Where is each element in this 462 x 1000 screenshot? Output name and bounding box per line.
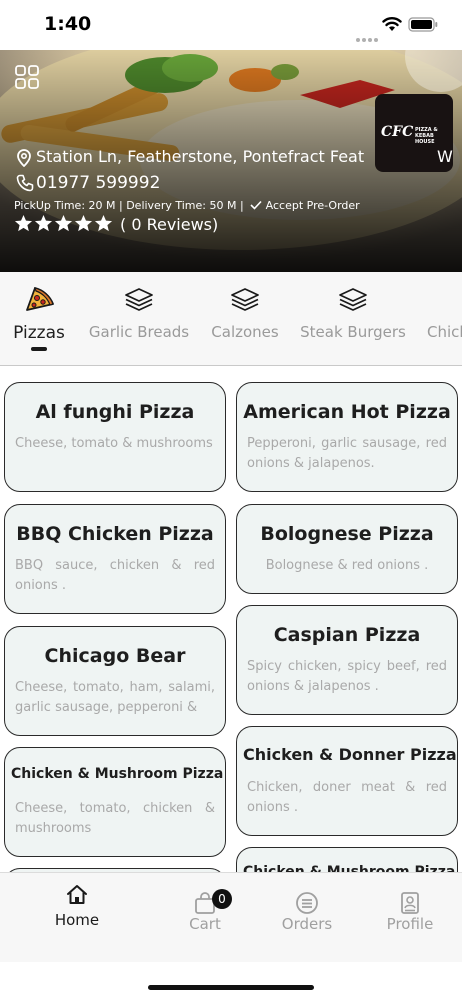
location-pin-icon [17, 149, 31, 167]
logo-text: CFC [381, 124, 414, 140]
menu-item-card[interactable]: American Hot Pizza Pepperoni, garlic sau… [236, 382, 458, 492]
tab-garlic-breads[interactable]: Garlic Breads [88, 272, 190, 365]
list-circle-icon [296, 892, 318, 914]
star-icon [74, 214, 93, 232]
item-description: Chicken, doner meat & red onions . [247, 780, 447, 815]
layers-icon [231, 288, 259, 311]
tab-label: Pizzas [13, 323, 65, 343]
star-rating [14, 214, 114, 234]
restaurant-address: Station Ln, Featherstone, Pontefract Fea… [36, 147, 365, 166]
star-icon [34, 214, 53, 232]
pizza-slice-icon [26, 287, 54, 311]
check-icon [250, 200, 262, 210]
item-description: Spicy chicken, spicy beef, red onions & … [247, 659, 447, 694]
menu-item-card[interactable]: Chicken & Mushroom Pizza Cheese, tomato,… [4, 747, 226, 857]
tab-steak-burgers[interactable]: Steak Burgers [298, 272, 408, 365]
item-description: Cheese, tomato, chicken & mushrooms [15, 801, 215, 836]
category-grid-icon[interactable] [14, 64, 40, 90]
item-title: Chicken & Mushroom Pizza [11, 766, 224, 782]
tab-pizzas[interactable]: Pizzas [6, 272, 72, 365]
times-text: PickUp Time: 20 M | Delivery Time: 50 M … [14, 199, 244, 212]
item-description: Pepperoni, garlic sausage, red onions & … [247, 436, 447, 471]
menu-item-card[interactable]: Chicago Bear Cheese, tomato, ham, salami… [4, 626, 226, 736]
nav-label: Profile [386, 915, 434, 933]
tab-calzones[interactable]: Calzones [206, 272, 284, 365]
item-description: Cheese, tomato, ham, salami, garlic saus… [15, 680, 215, 714]
nav-profile[interactable]: Profile [360, 873, 460, 963]
app-screen: 1:40 CFC PIZZA & KEBAB HOUSE Station Ln,… [0, 0, 462, 1000]
star-icon [54, 214, 73, 232]
layers-icon [125, 288, 153, 311]
logo-subtext: PIZZA & KEBAB HOUSE [415, 127, 438, 145]
address-overflow-text: W [437, 147, 453, 166]
reviews-count[interactable]: ( 0 Reviews) [120, 215, 218, 234]
pre-order-text: Accept Pre-Order [265, 199, 360, 212]
tab-label: Garlic Breads [88, 323, 190, 341]
rating-row: ( 0 Reviews) [14, 214, 218, 238]
status-time: 1:40 [44, 13, 92, 35]
home-indicator-area [0, 962, 462, 1000]
tab-label: Calzones [211, 323, 279, 341]
bottom-navigation: Home 0 Cart Orders Profile [0, 872, 462, 962]
item-description: BBQ sauce, chicken & red onions . [15, 558, 215, 593]
menu-item-card-partial[interactable]: Chicken & Mushroom Pizza [236, 847, 458, 872]
cart-count-badge: 0 [212, 889, 232, 909]
menu-grid: Al funghi Pizza Cheese, tomato & mushroo… [0, 367, 462, 872]
tab-chicken-partial[interactable]: Chick [424, 272, 462, 365]
active-tab-indicator [31, 347, 47, 351]
star-icon [14, 214, 33, 232]
profile-badge-icon [401, 892, 419, 914]
menu-item-card[interactable]: Al funghi Pizza Cheese, tomato & mushroo… [4, 382, 226, 492]
service-times: PickUp Time: 20 M | Delivery Time: 50 M … [14, 199, 360, 212]
item-description: Cheese, tomato & mushrooms [15, 436, 213, 451]
wifi-icon [382, 17, 402, 31]
restaurant-header: CFC PIZZA & KEBAB HOUSE Station Ln, Feat… [0, 50, 462, 272]
menu-item-card[interactable]: Bolognese Pizza Bolognese & red onions . [236, 504, 458, 594]
home-indicator[interactable] [148, 985, 314, 990]
tab-label: Chick [427, 323, 462, 341]
item-title: Chicken & Mushroom Pizza [243, 864, 456, 872]
menu-item-card[interactable]: BBQ Chicken Pizza BBQ sauce, chicken & r… [4, 504, 226, 614]
nav-label: Cart [189, 915, 221, 933]
item-title: BBQ Chicken Pizza [16, 523, 214, 545]
item-title: Bolognese Pizza [260, 523, 434, 545]
nav-orders[interactable]: Orders [257, 873, 357, 963]
restaurant-phone[interactable]: 01977 599992 [36, 173, 160, 193]
item-description: Bolognese & red onions . [265, 558, 429, 573]
item-title: Caspian Pizza [273, 624, 421, 646]
status-bar: 1:40 [0, 0, 462, 50]
menu-item-card[interactable]: Caspian Pizza Spicy chicken, spicy beef,… [236, 605, 458, 715]
menu-item-card[interactable]: Chicken & Donner Pizza Chicken, doner me… [236, 726, 458, 836]
battery-icon [408, 17, 438, 32]
address-row: Station Ln, Featherstone, Pontefract Fea… [16, 147, 462, 169]
nav-label: Home [54, 911, 100, 929]
nav-home[interactable]: Home [27, 873, 127, 963]
layers-icon [339, 288, 367, 311]
tab-label: Steak Burgers [300, 323, 406, 341]
nav-label: Orders [281, 915, 333, 933]
phone-icon [16, 174, 34, 192]
home-icon [67, 885, 87, 904]
category-tabs: Pizzas Garlic Breads Calzones Steak Burg… [0, 272, 462, 366]
item-title: Chicago Bear [44, 645, 186, 667]
star-icon [94, 214, 113, 232]
item-title: Chicken & Donner Pizza [243, 745, 457, 764]
signal-dots-icon [356, 27, 380, 46]
item-title: American Hot Pizza [243, 401, 451, 423]
nav-cart[interactable]: 0 Cart [155, 873, 255, 963]
item-title: Al funghi Pizza [35, 401, 195, 423]
